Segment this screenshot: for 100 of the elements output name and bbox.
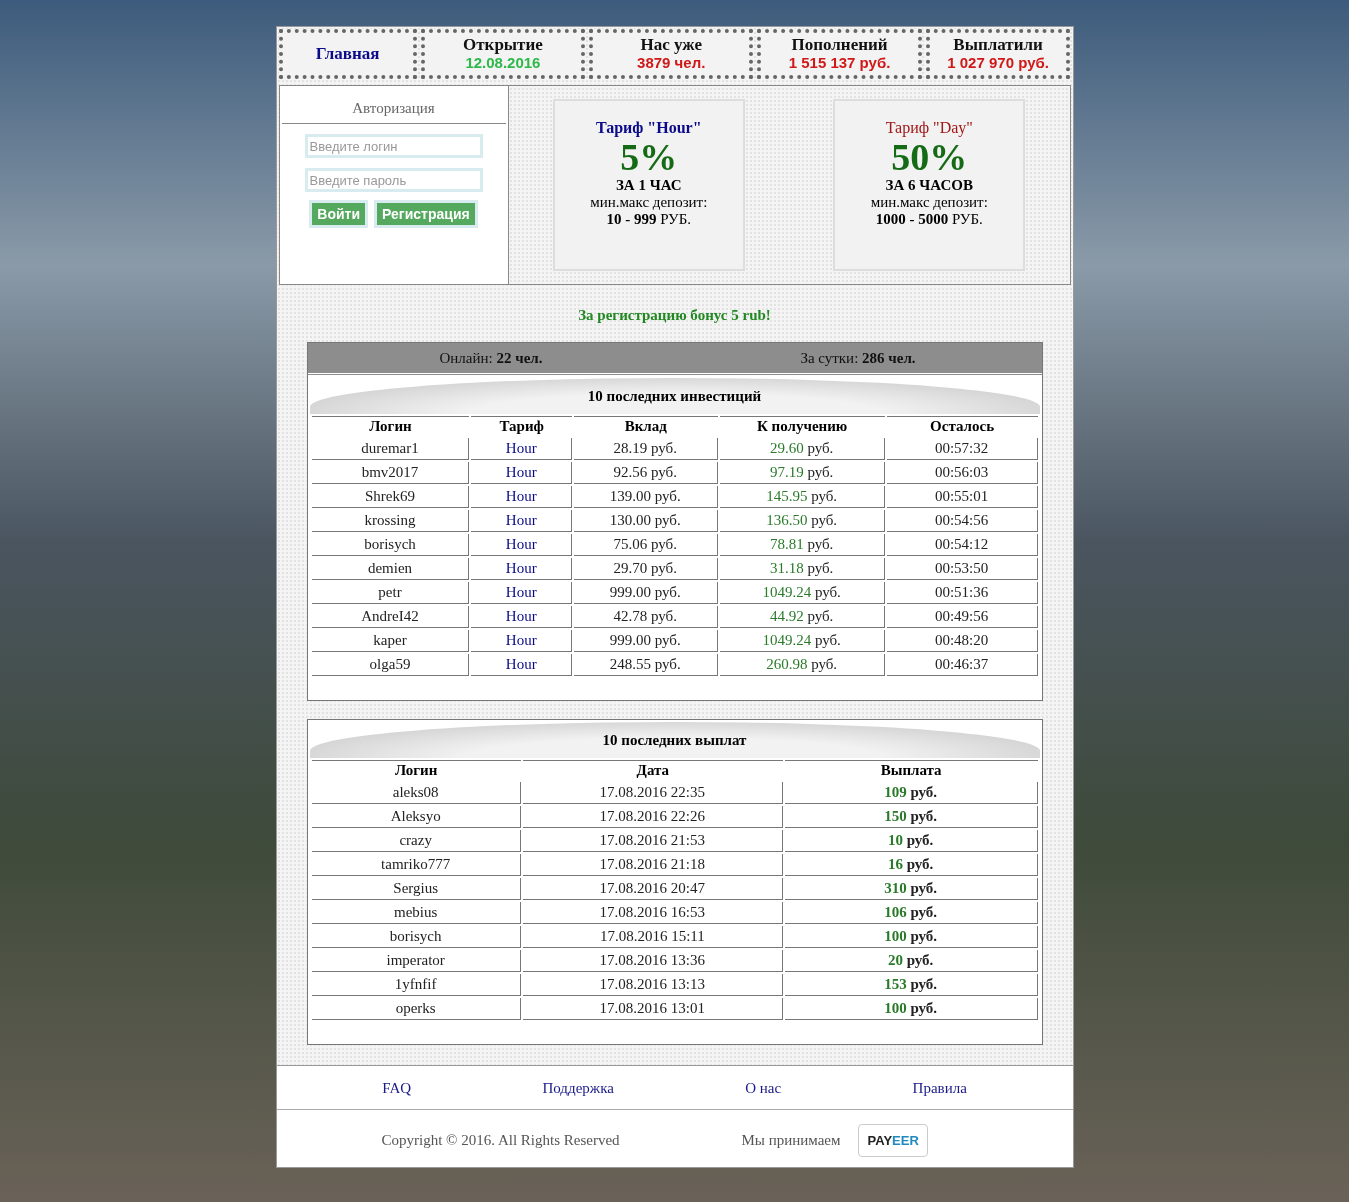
table-cell: 31.18 руб. [719,558,885,580]
table-cell: 139.00 руб. [573,486,718,508]
stat-label: Открытие [463,36,543,54]
tariff-percent: 50% [891,137,968,177]
table-cell: Aleksyo [311,806,521,828]
table-cell: 00:49:56 [886,606,1038,628]
table-cell: 00:54:12 [886,534,1038,556]
footer-link[interactable]: Поддержка [542,1080,614,1097]
table-cell: krossing [311,510,470,532]
column-header: Логин [311,760,521,780]
table-cell: 999.00 руб. [573,630,718,652]
table-cell: 97.19 руб. [719,462,885,484]
table-cell: 310 руб. [784,878,1038,900]
table-cell: 00:57:32 [886,438,1038,460]
table-cell: crazy [311,830,521,852]
table-cell: 100 руб. [784,998,1038,1020]
table-cell: Sergius [311,878,521,900]
tariff-link[interactable]: Hour [505,464,537,480]
footer-link[interactable]: FAQ [382,1080,412,1097]
table-cell: 150 руб. [784,806,1038,828]
table-cell: 75.06 руб. [573,534,718,556]
stat-value: 1 027 970 руб. [947,54,1049,72]
table-cell: 17.08.2016 22:35 [522,782,783,804]
table-title: 10 последних инвестиций [309,378,1040,414]
deposit-label: мин.макс депозит: [590,194,708,211]
home-tab[interactable]: Главная [278,29,417,79]
table-cell: 28.19 руб. [573,438,718,460]
tariff-title: Тариф "Day" [885,119,973,137]
table-cell: 20 руб. [784,950,1038,972]
accept-text: Мы принимаем [741,1132,841,1149]
table-cell: 10 руб. [784,830,1038,852]
stat-text: Онлайн: 22 чел. [438,349,544,367]
stat-value: 1 515 137 руб. [788,54,891,72]
table-cell: 00:54:56 [886,510,1038,532]
tariff-link[interactable]: Hour [505,656,537,672]
footer-link[interactable]: Правила [912,1080,967,1097]
deposit-range: 10 - 999 РУБ. [606,211,692,228]
table-title: 10 последних выплат [309,722,1040,758]
login-field[interactable]: Введите логин [304,134,483,158]
table-cell: 78.81 руб. [719,534,885,556]
table-cell: 999.00 руб. [573,582,718,604]
table-cell: tamriko777 [311,854,521,876]
home-link[interactable]: Главная [315,44,380,64]
table-cell: bmv2017 [311,462,470,484]
tariff-link[interactable]: Hour [505,512,537,528]
column-header: К получению [719,416,885,436]
table-cell: 29.70 руб. [573,558,718,580]
table-cell: 1049.24 руб. [719,630,885,652]
footer-link[interactable]: О нас [745,1080,782,1097]
table-cell: 17.08.2016 22:26 [522,806,783,828]
table-cell: 17.08.2016 13:36 [522,950,783,972]
table-cell: 109 руб. [784,782,1038,804]
table-cell: 17.08.2016 15:11 [522,926,783,948]
tariff-link[interactable]: Hour [505,632,537,648]
table-cell: 17.08.2016 21:53 [522,830,783,852]
table-cell: 44.92 руб. [719,606,885,628]
table-cell: kaper [311,630,470,652]
column-header: Вклад [573,416,718,436]
tariff-period: ЗА 6 ЧАСОВ [885,177,973,194]
tariff-link[interactable]: Hour [505,440,537,456]
tariff-link[interactable]: Hour [505,560,537,576]
table-cell: 29.60 руб. [719,438,885,460]
stat-label: Выплатили [953,36,1043,54]
tariff-percent: 5% [620,137,678,177]
table-cell: 17.08.2016 21:18 [522,854,783,876]
table-cell: AndreI42 [311,606,470,628]
tariff-link[interactable]: Hour [505,536,537,552]
table-cell: 136.50 руб. [719,510,885,532]
table-cell: olga59 [311,654,470,676]
table-cell: 145.95 руб. [719,486,885,508]
table-cell: 92.56 руб. [573,462,718,484]
stat-value: 12.08.2016 [465,54,541,72]
tariff-link[interactable]: Hour [505,488,537,504]
table-cell: 17.08.2016 16:53 [522,902,783,924]
table-cell: petr [311,582,470,604]
table-cell: operks [311,998,521,1020]
stat-label: Пополнений [791,36,888,54]
tariff-title: Тариф "Hour" [595,119,702,137]
table-cell: 00:53:50 [886,558,1038,580]
table-cell: 16 руб. [784,854,1038,876]
column-header: Осталось [886,416,1038,436]
column-header: Логин [311,416,470,436]
column-header: Выплата [784,760,1038,780]
deposit-range: 1000 - 5000 РУБ. [875,211,983,228]
tariff-link[interactable]: Hour [505,584,537,600]
stat-value: 3879 чел. [637,54,706,72]
password-field[interactable]: Введите пароль [304,168,483,192]
table-cell: 130.00 руб. [573,510,718,532]
table-cell: 00:48:20 [886,630,1038,652]
table-cell: demien [311,558,470,580]
table-cell: 00:55:01 [886,486,1038,508]
table-cell: Shrek69 [311,486,470,508]
table-cell: 1yfnfif [311,974,521,996]
deposit-label: мин.макс депозит: [870,194,988,211]
column-header: Дата [522,760,783,780]
table-cell: 17.08.2016 13:13 [522,974,783,996]
table-cell: borisych [311,926,521,948]
login-title: Авторизация [281,86,506,124]
column-header: Тариф [471,416,572,436]
tariff-link[interactable]: Hour [505,608,537,624]
